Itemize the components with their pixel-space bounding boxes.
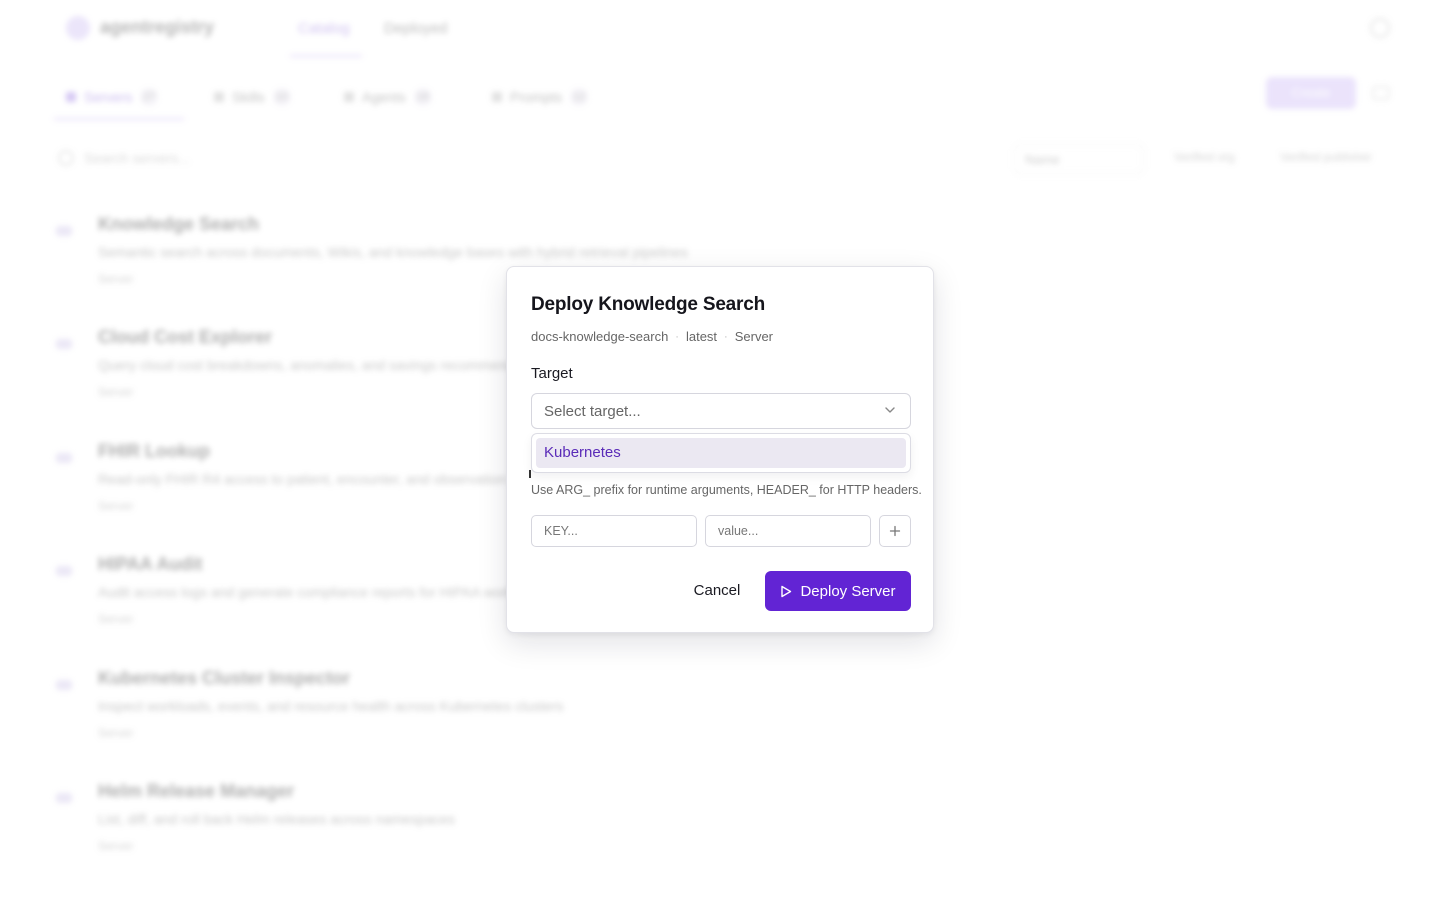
breadcrumb-separator: · — [675, 330, 679, 343]
env-value-input[interactable] — [705, 515, 871, 547]
breadcrumb-server-name: docs-knowledge-search — [531, 329, 669, 344]
env-key-input[interactable] — [531, 515, 697, 547]
dialog-title: Deploy Knowledge Search — [531, 294, 766, 315]
deploy-button-label: Deploy Server — [800, 582, 896, 600]
target-select-placeholder: Select target... — [544, 403, 641, 420]
breadcrumb-separator: · — [724, 330, 728, 343]
target-dropdown-menu: Kubernetes — [531, 433, 911, 473]
target-select[interactable]: Select target... — [531, 393, 911, 429]
target-label: Target — [531, 365, 573, 382]
deploy-server-button[interactable]: Deploy Server — [765, 571, 911, 611]
plus-icon — [889, 525, 901, 537]
hidden-label-edge — [529, 470, 531, 478]
chevron-down-icon — [885, 407, 895, 413]
play-icon — [781, 585, 792, 597]
add-env-button[interactable] — [879, 515, 911, 547]
breadcrumb: docs-knowledge-search · latest · Server — [531, 329, 773, 344]
breadcrumb-version: latest — [685, 329, 718, 344]
breadcrumb-type: Server — [734, 329, 774, 344]
option-kubernetes[interactable]: Kubernetes — [536, 438, 906, 468]
env-hint: Use ARG_ prefix for runtime arguments, H… — [531, 483, 922, 497]
cancel-button[interactable]: Cancel — [681, 571, 753, 611]
